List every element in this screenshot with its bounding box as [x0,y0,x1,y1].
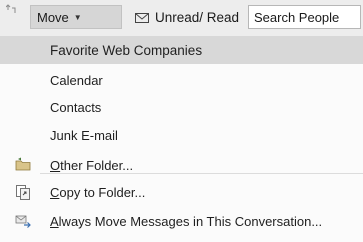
menu-item-label: Copy to Folder... [50,184,146,200]
menu-item-label: Favorite Web Companies [50,42,203,58]
always-move-icon [15,215,31,228]
move-dropdown-menu: Favorite Web Companies Calendar Contacts… [0,36,363,242]
menu-item-copy-to-folder[interactable]: Copy to Folder... [0,181,363,203]
envelope-icon [135,13,149,23]
folder-icon [15,157,31,171]
menu-item-label: Contacts [50,99,102,115]
menu-item-calendar[interactable]: Calendar [0,69,363,91]
move-button-label: Move [37,9,69,25]
unread-read-label: Unread/ Read [155,9,240,25]
menu-item-label: Other Folder... [50,157,134,173]
unread-read-button[interactable]: Unread/ Read [135,5,243,29]
menu-item-junk-email[interactable]: Junk E-mail [0,124,363,146]
menu-item-favorite-web-companies[interactable]: Favorite Web Companies [0,36,363,64]
ribbon-toolbar: Move ▼ Unread/ Read Search People [0,0,363,36]
menu-item-label: Junk E-mail [50,127,118,143]
menu-item-always-move-messages[interactable]: Always Move Messages in This Conversatio… [0,210,363,232]
chevron-down-icon: ▼ [73,12,82,22]
menu-item-label: Always Move Messages in This Conversatio… [50,213,323,229]
copy-folder-icon [16,185,30,200]
search-people-placeholder: Search People [254,9,340,25]
menu-item-label: Calendar [50,72,103,88]
search-people-input[interactable]: Search People [248,5,361,29]
move-button[interactable]: Move ▼ [30,5,122,29]
menu-item-contacts[interactable]: Contacts [0,96,363,118]
grip-icon [5,4,16,16]
menu-item-other-folder[interactable]: Other Folder... [0,154,363,176]
